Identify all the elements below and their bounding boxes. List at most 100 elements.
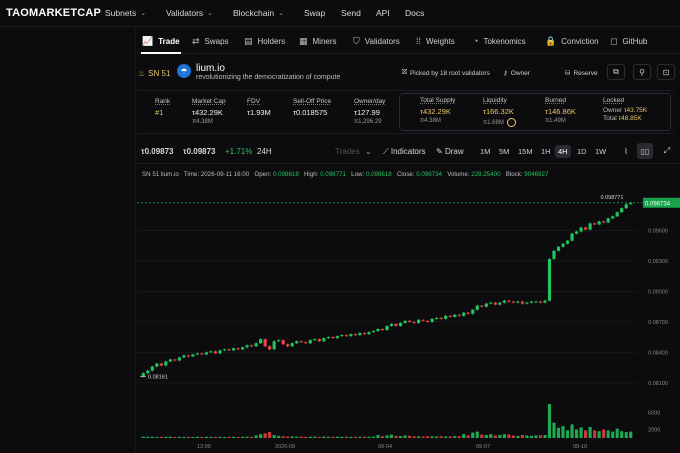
line-chart-toggle[interactable]: ⌇ — [618, 143, 634, 159]
candle-body — [177, 357, 181, 361]
watch-button[interactable]: ⚲ — [633, 64, 651, 80]
timeframe-1m[interactable]: 1M — [477, 145, 493, 158]
github-icon: ◻ — [610, 36, 618, 46]
key-icon: ⚷ — [503, 70, 508, 77]
time-tick-label: 09-04 — [378, 444, 392, 450]
stat-fdv: FDV τ1.93M — [247, 98, 271, 117]
volume-bar — [389, 434, 394, 438]
trades-dropdown-icon[interactable]: ⌄ — [365, 147, 372, 156]
nav-swap[interactable]: Swap — [304, 8, 325, 18]
stat-market-cap-label: Market Cap — [192, 98, 226, 105]
nav-api[interactable]: API — [376, 8, 390, 18]
reserve-button[interactable]: ⛁ Reserve — [565, 69, 598, 78]
volume-bar — [489, 434, 493, 438]
candle-body — [624, 204, 628, 209]
stat-selloff-label: Sell-Off Price — [293, 98, 332, 105]
price-tick-label: 0.08700 — [648, 320, 668, 326]
miner-icon: ▦ — [299, 36, 308, 46]
timeframe-5m[interactable]: 5M — [496, 145, 512, 158]
volume-bar — [507, 434, 511, 438]
price-tick-label: 0.08100 — [648, 381, 668, 387]
volume-bar — [493, 435, 497, 438]
subnet-tagline: revolutionizing the democratization of c… — [196, 74, 341, 81]
tab-github[interactable]: ◻ GitHub — [610, 36, 647, 47]
candle-body — [204, 352, 209, 355]
candle-body — [525, 302, 529, 304]
tab-label: Holders — [257, 37, 286, 46]
tab-conviction[interactable]: 🔒 Conviction — [545, 36, 599, 47]
draw-button[interactable]: ✎ Draw — [436, 147, 464, 156]
timeframe-1d[interactable]: 1D — [574, 145, 590, 158]
volume-bar — [466, 435, 470, 438]
tab-swaps[interactable]: ⇄ Swaps — [192, 36, 229, 47]
timeframe-15m[interactable]: 15M — [515, 145, 536, 158]
stat-total-supply-sub: π4.38M — [420, 118, 441, 124]
nav-subnets[interactable]: Subnets ⌄ — [105, 8, 146, 18]
trades-toggle[interactable]: Trades — [335, 147, 360, 156]
validator-icon: ⛝ — [402, 69, 407, 76]
volume-bar — [263, 433, 267, 438]
candle-body — [493, 302, 497, 305]
volume-bar — [498, 435, 502, 438]
volume-bar — [376, 435, 380, 438]
volume-bar — [222, 436, 227, 438]
volume-bar — [227, 436, 231, 438]
candle-body — [407, 320, 412, 322]
candle-body — [380, 329, 385, 331]
stat-liquidity-label: Liquidity — [483, 97, 507, 104]
nav-label: Send — [341, 8, 361, 18]
tab-tokenomics[interactable]: ◔ Tokenomics — [473, 36, 526, 46]
bookmark-button[interactable]: ⊡ — [657, 64, 675, 80]
tab-trade[interactable]: 📈 Trade — [142, 36, 180, 47]
candle-body — [412, 321, 416, 323]
candle-body — [498, 302, 502, 305]
candle-body — [362, 333, 367, 335]
fullscreen-button[interactable]: ⤢ — [659, 143, 675, 159]
timeframe-1w[interactable]: 1W — [592, 145, 609, 158]
nav-docs[interactable]: Docs — [405, 8, 424, 18]
volume-bar — [520, 435, 524, 438]
timeframe-1h[interactable]: 1H — [538, 145, 554, 158]
tab-validators[interactable]: ⛉ Validators — [353, 36, 400, 47]
volume-bar — [417, 436, 421, 438]
timeframe-4h[interactable]: 4H — [555, 145, 571, 158]
volume-bar — [159, 436, 163, 438]
price-chart[interactable]: 0.09600 0.09300 0.09000 0.08700 0.08400 0.081… — [137, 180, 680, 453]
volume-bar — [602, 429, 606, 438]
volume-bar — [471, 432, 475, 438]
volume-bar — [218, 436, 222, 438]
volume-bar — [525, 435, 529, 438]
tab-miners[interactable]: ▦ Miners — [299, 36, 337, 47]
owner-button[interactable]: ⚷ Owner — [503, 69, 530, 78]
volume-bar — [398, 436, 403, 438]
volume-bar — [353, 436, 357, 438]
indicators-button[interactable]: ⟋ Indicators — [383, 147, 426, 157]
candle-body — [570, 233, 574, 241]
volume-bar — [561, 426, 565, 438]
candle-body — [394, 323, 398, 326]
nav-validators[interactable]: Validators ⌄ — [166, 8, 213, 18]
volume-bar — [349, 436, 353, 438]
volume-bar — [584, 430, 588, 438]
stat-owner-day-label: Owner/day — [354, 98, 386, 105]
tab-holders[interactable]: ▤ Holders — [244, 36, 285, 47]
copy-button[interactable]: ⧉ — [607, 64, 625, 80]
line-chart-icon: ⌇ — [624, 146, 628, 156]
stat-fdv-value: τ1.93M — [247, 108, 271, 117]
tab-weights[interactable]: ⁞⁞ Weights — [416, 36, 455, 46]
site-logo[interactable]: TAOMARKETCAP — [6, 7, 101, 19]
volume-bar — [209, 436, 213, 438]
candle-chart-toggle[interactable]: ▯▯ — [637, 143, 653, 159]
candle-body — [326, 337, 330, 339]
time-tick-label: 12:00 — [197, 444, 211, 450]
picked-by[interactable]: ⛝ Picked by 18 root validators — [402, 69, 490, 77]
volume-bar — [213, 436, 218, 438]
nav-blockchain[interactable]: Blockchain ⌄ — [233, 8, 284, 18]
stat-liquidity-sub: π1.68M — [483, 120, 504, 127]
candle-body — [389, 323, 394, 326]
nav-send[interactable]: Send — [341, 8, 361, 18]
volume-bar — [195, 436, 200, 438]
volume-bar — [380, 436, 385, 438]
volume-bar — [574, 429, 579, 438]
candle-body — [615, 212, 619, 217]
